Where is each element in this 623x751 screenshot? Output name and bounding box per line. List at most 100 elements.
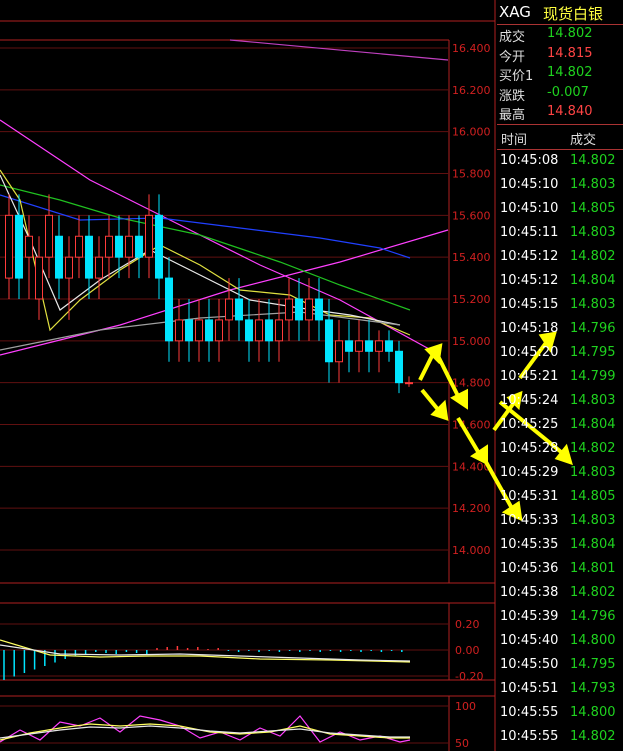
y-tick-label: 16.000 xyxy=(452,126,491,139)
tick-time: 10:45:40 xyxy=(500,633,559,648)
tick-price: 14.803 xyxy=(570,177,616,192)
tick-price: 14.802 xyxy=(570,249,616,264)
tick-row[interactable]: 10:45:55 14.800 xyxy=(497,701,623,725)
tick-price: 14.803 xyxy=(570,465,616,480)
tick-price: 14.796 xyxy=(570,321,616,336)
tick-time: 10:45:55 xyxy=(500,729,559,744)
tick-row[interactable]: 10:45:11 14.803 xyxy=(497,221,623,245)
tick-row[interactable]: 10:45:39 14.796 xyxy=(497,605,623,629)
quote-label: 最高 xyxy=(499,108,526,123)
candle-down xyxy=(265,319,273,342)
tick-row[interactable]: 10:45:12 14.802 xyxy=(497,245,623,269)
tick-price: 14.800 xyxy=(570,633,616,648)
tick-price: 14.805 xyxy=(570,201,616,216)
tick-row[interactable]: 10:45:12 14.804 xyxy=(497,269,623,293)
tick-row[interactable]: 10:45:28 14.802 xyxy=(497,437,623,461)
kdj-panel: 100 50 xyxy=(0,700,476,750)
candle-down xyxy=(245,319,253,342)
tick-price: 14.802 xyxy=(570,153,616,168)
candle-up xyxy=(215,319,223,342)
candle-up xyxy=(45,214,53,258)
candle-down xyxy=(395,350,403,384)
tick-row[interactable]: 10:45:51 14.793 xyxy=(497,677,623,701)
candle-down xyxy=(135,235,143,258)
candle-down xyxy=(235,298,243,321)
candle-up xyxy=(145,214,153,258)
price-gridlines xyxy=(0,47,449,551)
macd-panel: 0.20 0.00 -0.20 xyxy=(0,618,483,683)
quote-value: 14.815 xyxy=(547,45,593,61)
candle-up xyxy=(225,298,233,321)
y-tick-label: 15.000 xyxy=(452,335,491,348)
candle-down xyxy=(325,319,333,363)
candle-down xyxy=(15,214,23,279)
tick-row[interactable]: 10:45:15 14.803 xyxy=(497,293,623,317)
tick-time: 10:45:24 xyxy=(500,393,559,408)
y-tick-label: 15.800 xyxy=(452,168,491,181)
candle-up xyxy=(305,298,313,321)
y-tick-label: 16.200 xyxy=(452,84,491,97)
tick-price: 14.795 xyxy=(570,345,616,360)
price-axis: 16.400 16.200 16.000 15.800 15.600 15.400 15.2… xyxy=(452,42,491,557)
tick-time: 10:45:12 xyxy=(500,249,559,264)
ma-line-magenta-long xyxy=(229,39,449,61)
tick-row[interactable]: 10:45:21 14.799 xyxy=(497,365,623,389)
tick-row[interactable]: 10:45:31 14.805 xyxy=(497,485,623,509)
kdj-tick-label: 100 xyxy=(455,700,476,713)
macd-tick-label: 0.20 xyxy=(455,618,480,631)
tick-row[interactable]: 10:45:10 14.805 xyxy=(497,197,623,221)
tick-time: 10:45:31 xyxy=(500,489,559,504)
instrument-code: XAG xyxy=(499,3,531,21)
tick-price: 14.802 xyxy=(570,441,616,456)
tick-row[interactable]: 10:45:55 14.802 xyxy=(497,725,623,749)
tick-row[interactable]: 10:45:40 14.800 xyxy=(497,629,623,653)
tick-price: 14.805 xyxy=(570,489,616,504)
tick-price: 14.801 xyxy=(570,561,616,576)
instrument-name: 现货白银 xyxy=(543,5,604,23)
quote-value: 14.840 xyxy=(547,104,593,119)
candle-down xyxy=(55,235,63,279)
tick-row[interactable]: 10:45:08 14.802 xyxy=(497,149,623,173)
tick-row[interactable]: 10:45:36 14.801 xyxy=(497,557,623,581)
tick-price: 14.800 xyxy=(570,705,616,720)
quote-value: 14.802 xyxy=(547,65,593,80)
quote-row: 今开 14.815 xyxy=(497,45,623,65)
tick-price: 14.804 xyxy=(570,273,616,288)
macd-tick-label: -0.20 xyxy=(455,670,483,683)
y-tick-label: 16.400 xyxy=(452,42,491,55)
candle-down xyxy=(295,298,303,321)
tick-row[interactable]: 10:45:20 14.795 xyxy=(497,341,623,365)
tick-time: 10:45:36 xyxy=(500,561,559,576)
tick-time: 10:45:10 xyxy=(500,177,559,192)
tick-row[interactable]: 10:45:33 14.803 xyxy=(497,509,623,533)
tick-row[interactable]: 10:45:38 14.802 xyxy=(497,581,623,605)
tick-price: 14.796 xyxy=(570,609,616,624)
tick-row[interactable]: 10:45:25 14.804 xyxy=(497,413,623,437)
candle-up xyxy=(375,340,383,352)
tick-row[interactable]: 10:45:35 14.804 xyxy=(497,533,623,557)
tick-time: 10:45:12 xyxy=(500,273,559,288)
candle-down xyxy=(205,319,213,342)
tick-time: 10:45:25 xyxy=(500,417,559,432)
tick-price: 14.803 xyxy=(570,297,616,312)
tick-price: 14.799 xyxy=(570,369,616,384)
tick-row[interactable]: 10:45:29 14.803 xyxy=(497,461,623,485)
kdj-tick-label: 50 xyxy=(455,737,469,750)
candle-up xyxy=(255,319,263,342)
y-tick-label: 15.600 xyxy=(452,209,491,222)
tick-row[interactable]: 10:45:10 14.803 xyxy=(497,173,623,197)
tick-price: 14.795 xyxy=(570,657,616,672)
candle-up xyxy=(335,340,343,363)
tick-price: 14.803 xyxy=(570,513,616,528)
macd-tick-label: 0.00 xyxy=(455,644,480,657)
tick-time: 10:45:28 xyxy=(500,441,559,456)
quote-row: 最高 14.840 xyxy=(497,103,623,123)
tick-row[interactable]: 10:45:50 14.795 xyxy=(497,653,623,677)
kdj-lines xyxy=(0,715,411,743)
tick-row[interactable]: 10:45:18 14.796 xyxy=(497,317,623,341)
tick-time: 10:45:11 xyxy=(500,225,559,240)
tick-time: 10:45:50 xyxy=(500,657,559,672)
tick-row[interactable]: 10:45:24 14.803 xyxy=(497,389,623,413)
candle-up xyxy=(355,340,363,352)
quote-row: 成交 14.802 xyxy=(497,25,623,45)
